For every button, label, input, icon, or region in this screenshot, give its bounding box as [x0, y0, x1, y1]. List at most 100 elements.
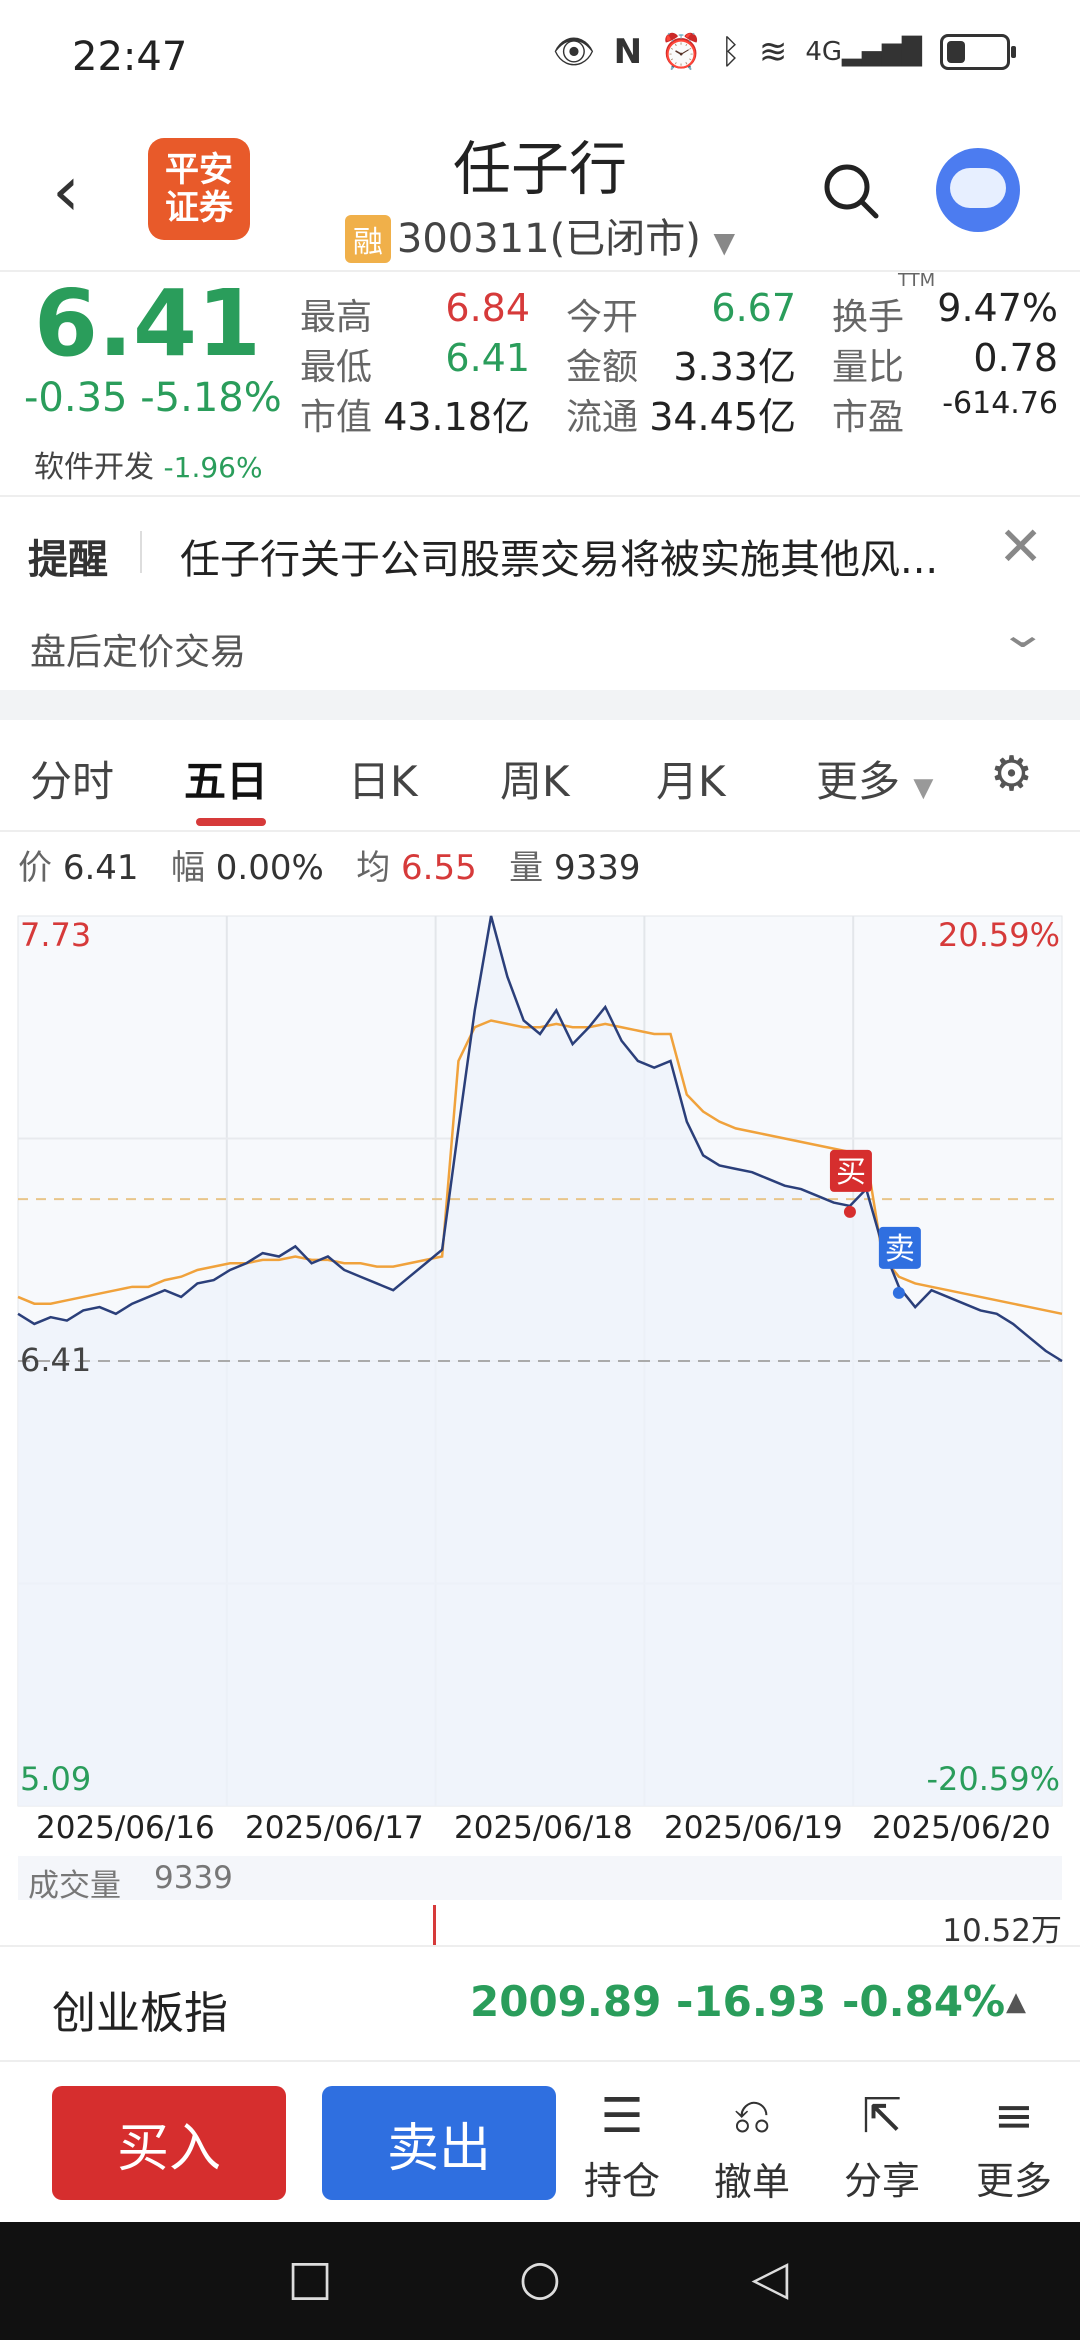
chart-settings-button[interactable]: ⚙ — [990, 746, 1033, 802]
x-label-day1: 2025/06/16 — [36, 1810, 215, 1846]
after-hours-trading[interactable]: 盘后定价交易 — [30, 623, 246, 675]
nfc-icon: N — [613, 32, 643, 72]
gear-icon: ⚙ — [990, 746, 1034, 802]
menu-icon: ≡ — [993, 2088, 1035, 2144]
volume-header[interactable]: 成交量 9339 — [18, 1856, 1062, 1904]
x-label-day4: 2025/06/19 — [664, 1810, 843, 1846]
chevron-down-icon[interactable]: ⌄ — [998, 611, 1048, 657]
back-button[interactable]: ‹ — [52, 150, 80, 232]
close-notice-button[interactable]: ✕ — [998, 515, 1043, 578]
home-button[interactable]: ○ — [510, 2250, 570, 2310]
chart-tabs: 分时 五日 日K 周K 月K 更多 ▼ ⚙ — [0, 720, 1080, 830]
notice-separator — [140, 531, 142, 573]
cancel-order-button[interactable]: ⎌ 撤单 — [704, 2088, 800, 2206]
undo-icon: ⎌ — [732, 2088, 772, 2144]
battery-icon — [940, 34, 1016, 70]
stock-header: 任子行 融 300311(已闭市) ▼ ‹ 平安 证券 — [0, 110, 1080, 270]
tab-weekly-k[interactable]: 周K — [500, 748, 570, 809]
index-name: 创业板指 — [52, 1988, 228, 2039]
index-value: 2009.89 — [470, 1977, 662, 2026]
x-label-day2: 2025/06/17 — [245, 1810, 424, 1846]
x-label-day5: 2025/06/20 — [872, 1810, 1051, 1846]
crosshair-info: 价 6.41 幅 0.00% 均 6.55 量 9339 — [18, 848, 641, 888]
search-button[interactable] — [822, 162, 880, 234]
notice-text[interactable]: 任子行关于公司股票交易将被实施其他风... — [180, 527, 990, 585]
current-price-label: 6.41 — [20, 1341, 91, 1379]
volume-value: 9339 — [154, 1860, 233, 1896]
wifi-icon: ≋ — [758, 32, 788, 72]
tab-monthly-k[interactable]: 月K — [656, 748, 726, 809]
price-chart-svg[interactable]: 买卖 7.73 5.09 20.59% -20.59% 6.41 — [0, 910, 1080, 1810]
stock-code: 300311 — [396, 216, 550, 262]
chevron-left-icon: ‹ — [52, 150, 80, 232]
market-status: (已闭市) — [549, 216, 701, 262]
recents-button[interactable]: □ — [280, 2250, 340, 2310]
assistant-robot-button[interactable] — [936, 148, 1020, 232]
index-change: -16.93 — [676, 1977, 827, 2026]
document-lines-icon: ☰ — [600, 2088, 644, 2144]
circle-icon: ○ — [519, 2250, 561, 2306]
tabs-divider — [0, 830, 1080, 832]
index-change-pct: -0.84% — [842, 1977, 1006, 2026]
pct-max-label: 20.59% — [938, 916, 1060, 954]
eye-icon: 👁 — [552, 32, 596, 72]
ttm-label: TTM — [898, 270, 936, 291]
tab-five-day[interactable]: 五日 — [184, 748, 268, 809]
share-button[interactable]: ⇱ 分享 — [834, 2088, 930, 2205]
sector-info[interactable]: 软件开发 -1.96% — [34, 442, 263, 486]
search-icon — [824, 164, 879, 219]
tab-intraday[interactable]: 分时 — [30, 748, 114, 809]
quote-field-value: -614.76 — [942, 386, 1058, 421]
quote-field-value: 6.67 — [711, 286, 796, 330]
quote-field-value: 3.33亿 — [673, 345, 796, 389]
x-axis-labels: 2025/06/16 2025/06/17 2025/06/18 2025/06… — [0, 1810, 1080, 1854]
buy-button[interactable]: 买入 — [52, 2086, 286, 2200]
bluetooth-icon: ᛒ — [720, 32, 741, 72]
volume-max-label: 10.52万 — [942, 1913, 1062, 1949]
y-min-label: 5.09 — [20, 1760, 91, 1798]
sell-marker-label: 卖 — [885, 1232, 915, 1267]
system-navbar: □ ○ ◁ — [0, 2222, 1080, 2340]
status-bar: 22:47 👁 N ⏰ ᛒ ≋ 4G▂▄▆█ — [0, 0, 1080, 110]
close-icon: ✕ — [998, 515, 1044, 578]
notice-label: 提醒 — [28, 537, 108, 583]
marker-dot — [892, 1286, 905, 1299]
tab-more[interactable]: 更多 ▼ — [816, 748, 933, 809]
margin-badge: 融 — [344, 215, 391, 263]
index-ticker[interactable]: 创业板指 2009.89 -16.93 -0.84% ▲ — [0, 1945, 1080, 2062]
quote-field-value: 9.47% — [937, 286, 1058, 330]
volume-bar — [433, 1905, 436, 1945]
status-icons: 👁 N ⏰ ᛒ ≋ 4G▂▄▆█ — [552, 32, 1016, 72]
caret-down-icon: ▼ — [913, 773, 934, 803]
broker-logo[interactable]: 平安 证券 — [148, 138, 250, 240]
pct-min-label: -20.59% — [926, 1760, 1060, 1798]
section-gap — [0, 690, 1080, 720]
robot-icon — [950, 168, 1006, 208]
volume-chart[interactable]: 10.52万 — [18, 1905, 1062, 1949]
tab-daily-k[interactable]: 日K — [348, 748, 418, 809]
quote-field-value: 43.18亿 — [383, 395, 530, 439]
y-max-label: 7.73 — [20, 916, 91, 954]
notice-panel[interactable]: 提醒 任子行关于公司股票交易将被实施其他风... ✕ 盘后定价交易 ⌄ — [0, 495, 1080, 690]
alarm-icon: ⏰ — [660, 32, 703, 72]
sell-button[interactable]: 卖出 — [322, 2086, 556, 2200]
holdings-button[interactable]: ☰ 持仓 — [574, 2088, 670, 2205]
active-tab-indicator — [196, 818, 266, 826]
quote-panel[interactable]: 6.41 -0.35 -5.18% 软件开发 -1.96% 最高 6.84 今开 6.… — [0, 270, 1080, 495]
x-label-day3: 2025/06/18 — [454, 1810, 633, 1846]
quote-field-value: 0.78 — [973, 336, 1058, 380]
back-nav-button[interactable]: ◁ — [740, 2250, 800, 2310]
trade-bar: 买入 卖出 ☰ 持仓 ⎌ 撤单 ⇱ 分享 ≡ 更多 — [0, 2060, 1080, 2222]
quote-field-value: 34.45亿 — [649, 395, 796, 439]
square-icon: □ — [287, 2250, 333, 2306]
share-icon: ⇱ — [861, 2088, 903, 2144]
current-price: 6.41 — [34, 270, 261, 377]
clock: 22:47 — [72, 34, 188, 80]
five-day-chart[interactable]: 买卖 7.73 5.09 20.59% -20.59% 6.41 — [0, 910, 1080, 1810]
quote-field-value: 6.41 — [445, 336, 530, 380]
caret-down-icon: ▼ — [713, 226, 736, 259]
volume-label: 成交量 — [28, 1868, 121, 1904]
price-change: -0.35 -5.18% — [24, 375, 282, 421]
more-button[interactable]: ≡ 更多 — [966, 2088, 1062, 2205]
caret-up-icon[interactable]: ▲ — [1006, 1987, 1026, 2017]
